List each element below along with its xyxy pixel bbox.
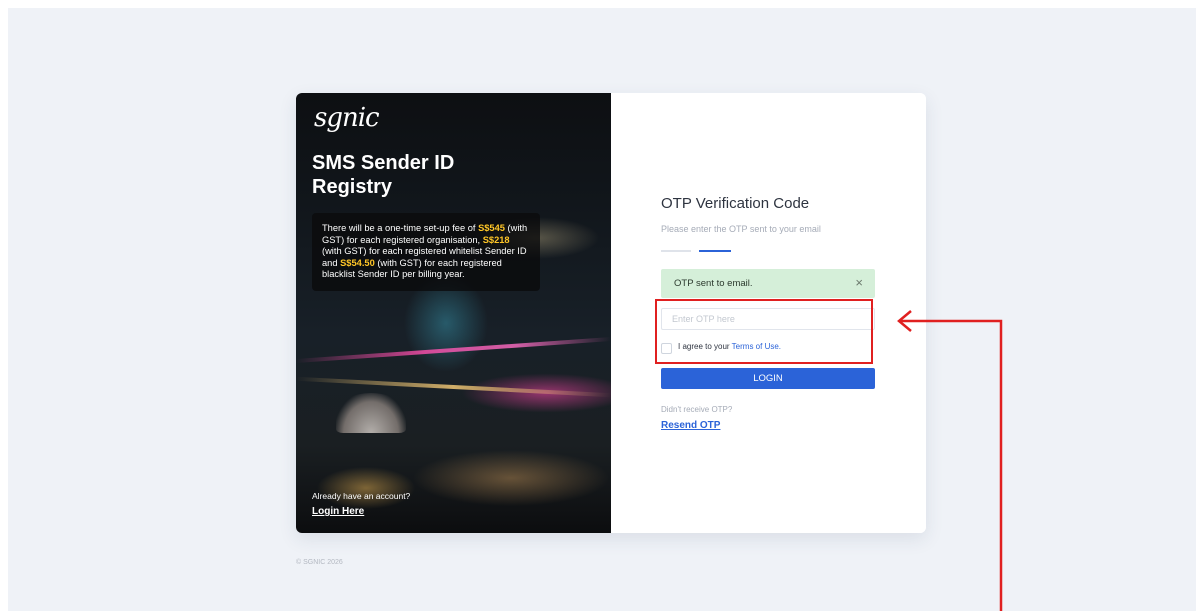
annotation-arrow-line — [899, 319, 1003, 611]
annotation-arrow — [897, 310, 1003, 611]
